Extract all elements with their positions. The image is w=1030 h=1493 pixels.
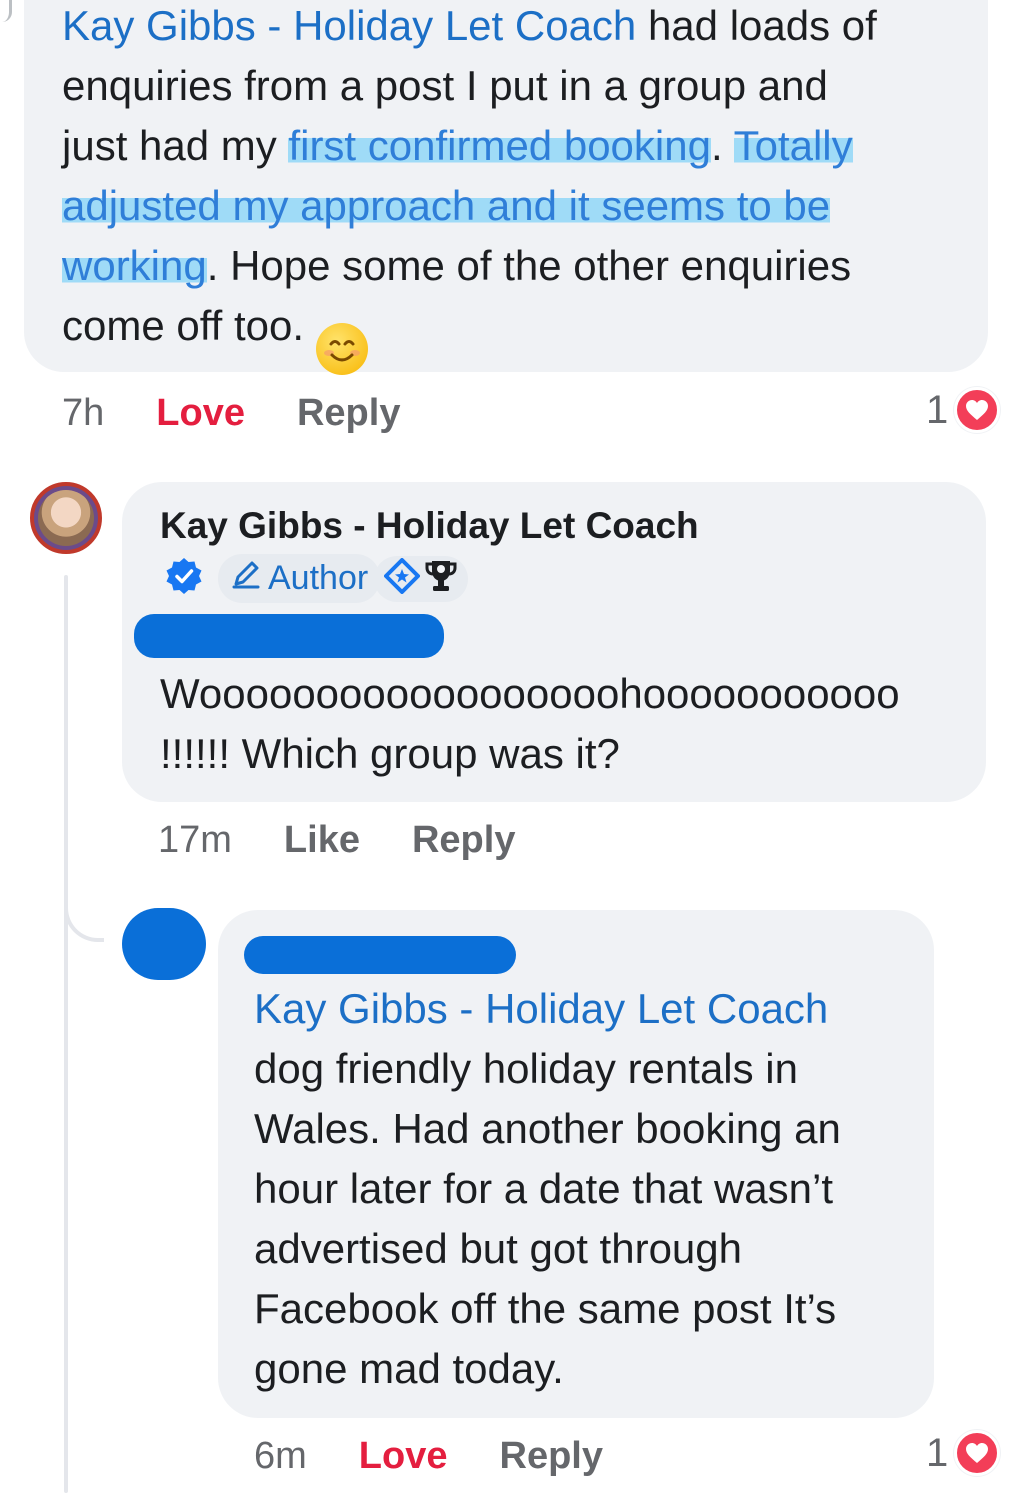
highlighted-text: first confirmed booking [288,122,711,169]
comment-2-timestamp[interactable]: 17m [158,819,232,862]
reply-button[interactable]: Reply [297,392,400,435]
redacted-author-name [244,936,516,974]
heart-icon [954,387,1001,433]
highlighted-text: working [62,242,207,289]
thread-reply-connector [64,860,104,942]
smiling-face-emoji-icon: 😊 [315,323,368,375]
comment-2-text: Woooooooooooooooooohooooooooooo !!!!!! W… [160,664,900,784]
comment-2-line: !!!!!! Which group was it? [160,730,620,777]
comment-3-timestamp[interactable]: 6m [254,1435,307,1478]
comment-text-segment: had loads of [636,2,877,49]
comment-1-actions: 7h Love Reply [62,392,400,435]
comment-1-reactions[interactable]: 1 [926,387,1001,433]
thread-line [64,575,68,1493]
comment-1-line: Kay Gibbs - Holiday Let Coach had loads … [62,0,877,56]
comment-3-line: Wales. Had another booking an [254,1105,841,1152]
thread-connector-top [0,0,12,22]
rising-star-icon [384,558,421,599]
community-awards [374,555,469,602]
avatar-photo [38,490,94,546]
comment-3-line: hour later for a date that wasn’t [254,1165,833,1212]
author-badges: Author [164,554,469,603]
comment-1-line: come off too. 😊 [62,296,877,375]
comment-1-line: adjusted my approach and it seems to be [62,176,877,236]
trophy-icon [424,558,458,599]
comment-author-name[interactable]: Kay Gibbs - Holiday Let Coach [160,505,699,547]
pencil-icon [230,558,262,599]
love-button[interactable]: Love [156,392,245,435]
comment-1-line: enquiries from a post I put in a group a… [62,56,877,116]
redacted-text [134,614,444,658]
highlighted-text: adjusted my approach and it seems to be [62,182,831,229]
comment-3-line: advertised but got through [254,1225,743,1272]
comment-1-timestamp[interactable]: 7h [62,392,104,435]
comment-1-text: Kay Gibbs - Holiday Let Coach had loads … [62,0,877,375]
comment-text-segment: . Hope some of the other enquiries [206,242,852,289]
comment-3-reactions[interactable]: 1 [926,1430,1001,1476]
heart-icon [954,1430,1001,1476]
reply-button[interactable]: Reply [500,1435,603,1478]
comment-2-actions: 17m Like Reply [158,819,515,862]
comment-text-segment: just had my [62,122,289,169]
comment-1-line: just had my first confirmed booking. Tot… [62,116,877,176]
comment-text-segment: come off too. [62,302,316,349]
love-button[interactable]: Love [359,1435,448,1478]
comment-3-line: Facebook off the same post It’s [254,1285,837,1332]
verified-badge-icon [164,556,204,601]
reply-button[interactable]: Reply [412,819,515,862]
author-badge-label: Author [268,559,369,597]
mention-link[interactable]: Kay Gibbs - Holiday Let Coach [62,2,636,49]
reaction-count: 1 [926,387,949,432]
comment-3-mention[interactable]: Kay Gibbs - Holiday Let Coach [254,979,841,1039]
highlighted-text: Totally [733,122,853,169]
comment-text-segment: . [710,122,734,169]
comment-text-segment: enquiries from a post I put in a group a… [62,62,828,109]
comment-3-line: dog friendly holiday rentals in [254,1045,798,1092]
comment-3-actions: 6m Love Reply [254,1435,603,1478]
reaction-count: 1 [926,1430,949,1475]
comment-2-line: Woooooooooooooooooohooooooooooo [160,670,900,717]
avatar-redacted[interactable] [122,908,206,980]
author-badge: Author [218,554,381,603]
comment-1-line: working. Hope some of the other enquirie… [62,236,877,296]
avatar[interactable] [30,482,102,554]
comment-3-line: gone mad today. [254,1345,564,1392]
comment-3-text: Kay Gibbs - Holiday Let Coach dog friend… [254,979,841,1399]
like-button[interactable]: Like [284,819,360,862]
